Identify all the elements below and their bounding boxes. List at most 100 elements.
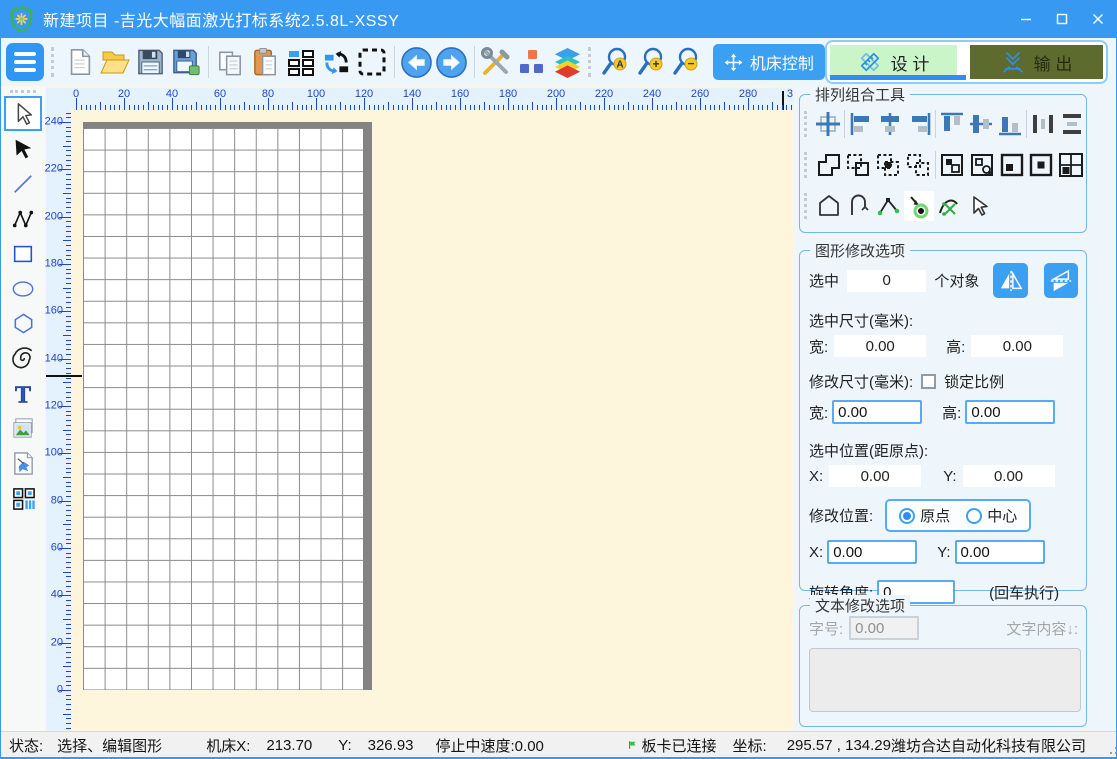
intersect-icon[interactable]: [873, 150, 903, 180]
save-as-icon[interactable]: [168, 41, 203, 83]
ruler-tick: [66, 387, 71, 388]
rectangle-tool[interactable]: [3, 236, 43, 271]
maximize-button[interactable]: [1044, 0, 1080, 38]
transform-swap-icon[interactable]: [319, 41, 354, 83]
tab-design[interactable]: 设 计: [830, 45, 957, 79]
marquee-select-icon[interactable]: [354, 41, 389, 83]
close-path-icon[interactable]: [814, 191, 844, 221]
group-icon[interactable]: [938, 150, 968, 180]
put-center-icon[interactable]: [1027, 150, 1057, 180]
edit-nodes-icon[interactable]: [874, 191, 904, 221]
ruler-tick: [182, 105, 183, 110]
zoom-out-icon[interactable]: −: [669, 41, 704, 83]
align-top-icon[interactable]: [938, 109, 967, 139]
ruler-tick: [162, 105, 163, 110]
direct-select-tool[interactable]: [3, 131, 43, 166]
modify-x-input[interactable]: [827, 540, 917, 564]
distribute-v-icon[interactable]: [1057, 109, 1086, 139]
radio-origin-option[interactable]: 原点: [899, 505, 950, 526]
align-bottom-icon[interactable]: [995, 109, 1024, 139]
back-icon[interactable]: [399, 41, 434, 83]
ruler-tick: [345, 105, 346, 110]
ruler-tick: [66, 150, 71, 151]
line-tool[interactable]: [3, 166, 43, 201]
canvas-area[interactable]: 0204060801001201401601802002202402602803…: [45, 86, 794, 731]
new-file-icon[interactable]: [62, 41, 97, 83]
radio-center-button[interactable]: [966, 508, 982, 524]
ruler-tick: [63, 572, 71, 573]
align-right-icon[interactable]: [905, 109, 934, 139]
paste-icon[interactable]: [248, 41, 283, 83]
modify-y-input[interactable]: [955, 540, 1045, 564]
open-path-icon[interactable]: [844, 191, 874, 221]
ruler-tick: [714, 105, 715, 110]
align-left-icon[interactable]: [847, 109, 876, 139]
trim-subtract-icon[interactable]: [844, 150, 874, 180]
ruler-tick: [609, 105, 610, 110]
ruler-label: 220: [595, 88, 613, 100]
close-button[interactable]: [1080, 0, 1116, 38]
tab-output[interactable]: 输 出: [970, 45, 1103, 79]
layers-icon[interactable]: [549, 41, 584, 83]
spiral-tool[interactable]: [3, 341, 43, 376]
cut-path-icon[interactable]: [934, 191, 964, 221]
select-node-icon[interactable]: [904, 191, 934, 221]
ruler-tick: [590, 105, 591, 110]
ruler-tick: [66, 652, 71, 653]
ellipse-tool[interactable]: [3, 271, 43, 306]
radio-center-option[interactable]: 中心: [966, 505, 1017, 526]
array-copy-tool[interactable]: [3, 481, 43, 516]
weld-union-icon[interactable]: [814, 150, 844, 180]
copy-icon[interactable]: [213, 41, 248, 83]
ruler-tick: [628, 102, 629, 110]
radio-origin-label: 原点: [920, 505, 950, 526]
pick-arrow-icon[interactable]: [964, 191, 994, 221]
vector-fill-tool[interactable]: [3, 446, 43, 481]
select-tool[interactable]: [4, 96, 42, 131]
modify-height-input[interactable]: [965, 400, 1055, 424]
ruler-tick: [138, 105, 139, 110]
lock-ratio-checkbox[interactable]: [921, 374, 936, 389]
polyline-tool[interactable]: [3, 201, 43, 236]
ruler-tick: [66, 363, 71, 364]
array-cells-icon[interactable]: [1056, 150, 1086, 180]
canvas-plate-grid[interactable]: [83, 122, 372, 690]
ruler-tick: [66, 539, 71, 540]
align-center-h-icon[interactable]: [876, 109, 905, 139]
state-label: 状态:: [9, 735, 43, 756]
ungroup-icon[interactable]: [967, 150, 997, 180]
ruler-tick: [465, 105, 466, 110]
tools-settings-icon[interactable]: [479, 41, 514, 83]
ruler-tick: [177, 105, 178, 110]
distribute-h-icon[interactable]: [1029, 109, 1058, 139]
ruler-tick: [378, 105, 379, 110]
forward-icon[interactable]: [434, 41, 469, 83]
menu-icon[interactable]: [6, 43, 44, 81]
flip-horizontal-button[interactable]: [993, 263, 1027, 298]
save-file-icon[interactable]: [133, 41, 168, 83]
ruler-tick: [489, 105, 490, 110]
modify-width-input[interactable]: [832, 400, 922, 424]
blocks-icon[interactable]: [514, 41, 549, 83]
ruler-tick: [63, 193, 71, 194]
open-file-icon[interactable]: [98, 41, 133, 83]
align-middle-icon[interactable]: [967, 109, 996, 139]
output-laser-icon: [1001, 50, 1025, 74]
ruler-tick: [66, 155, 71, 156]
exclude-icon[interactable]: [903, 150, 933, 180]
polygon-tool[interactable]: [3, 306, 43, 341]
image-tool[interactable]: [3, 411, 43, 446]
zoom-in-icon[interactable]: +: [634, 41, 669, 83]
ruler-tick: [278, 105, 279, 110]
minimize-button[interactable]: [1008, 0, 1044, 38]
align-center-both-icon[interactable]: [814, 109, 843, 139]
machine-control-button[interactable]: 机床控制: [713, 44, 825, 80]
zoom-fit-icon[interactable]: A: [599, 41, 634, 83]
flip-vertical-button[interactable]: [1044, 263, 1078, 298]
array-grid-icon[interactable]: [284, 41, 319, 83]
resize-grip[interactable]: [1110, 752, 1112, 754]
toolbar-grip: [588, 47, 596, 77]
radio-origin-button[interactable]: [899, 508, 915, 524]
text-tool[interactable]: T: [3, 376, 43, 411]
put-corner-icon[interactable]: [997, 150, 1027, 180]
